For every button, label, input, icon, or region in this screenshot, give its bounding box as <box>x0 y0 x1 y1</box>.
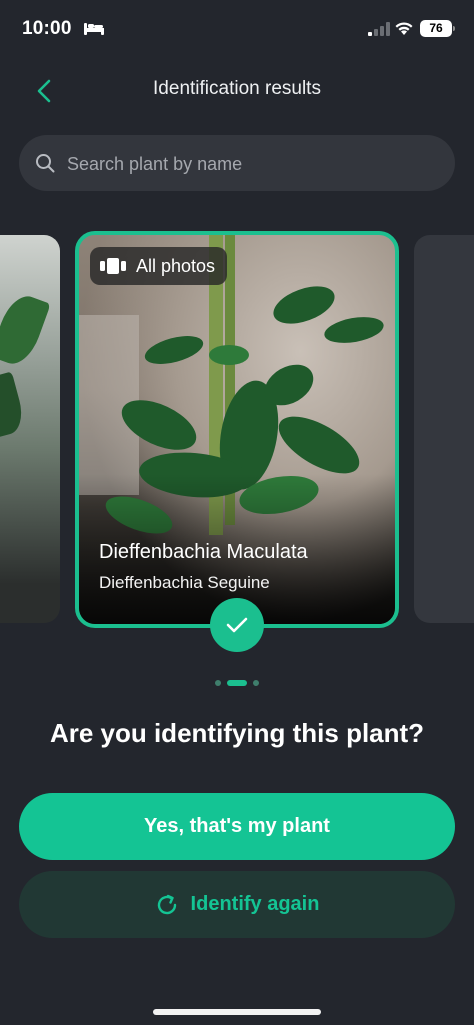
status-time: 10:00 <box>22 18 72 39</box>
pagination-dot-active[interactable] <box>227 680 247 686</box>
plant-scientific-name: Dieffenbachia Seguine <box>99 573 270 592</box>
previous-result-card[interactable] <box>0 235 60 623</box>
carousel-pagination <box>0 680 474 686</box>
battery-level: 76 <box>429 21 443 35</box>
identification-question: Are you identifying this plant? <box>49 718 425 748</box>
status-bar: 10:00 76 <box>0 0 474 60</box>
plant-result-card[interactable]: All photos Dieffenbachia Maculata Dieffe… <box>75 231 399 628</box>
home-indicator <box>153 1009 321 1015</box>
all-photos-label: All photos <box>136 255 216 276</box>
leaf-shape <box>0 371 28 439</box>
next-result-card[interactable] <box>414 235 474 623</box>
cellular-signal-icon <box>368 22 390 36</box>
photo-gallery-icon <box>100 258 126 274</box>
wifi-icon <box>395 22 413 35</box>
pagination-dot[interactable] <box>215 680 221 686</box>
page-title: Identification results <box>153 78 321 99</box>
selected-check-badge <box>210 598 264 652</box>
checkmark-icon <box>226 617 248 633</box>
identify-again-button[interactable]: Identify again <box>19 871 455 938</box>
refresh-icon <box>157 894 176 914</box>
all-photos-button[interactable]: All photos <box>90 247 228 285</box>
search-bar[interactable] <box>19 135 455 193</box>
search-input[interactable] <box>65 135 439 193</box>
bed-icon <box>84 23 104 35</box>
plant-common-name: Dieffenbachia Maculata <box>99 541 308 563</box>
search-icon <box>36 154 55 173</box>
leaf-shape <box>0 290 51 370</box>
battery-indicator: 76 <box>420 20 455 37</box>
identify-again-label: Identify again <box>190 893 320 915</box>
confirm-plant-button[interactable]: Yes, that's my plant <box>19 793 455 860</box>
pagination-dot[interactable] <box>253 680 259 686</box>
